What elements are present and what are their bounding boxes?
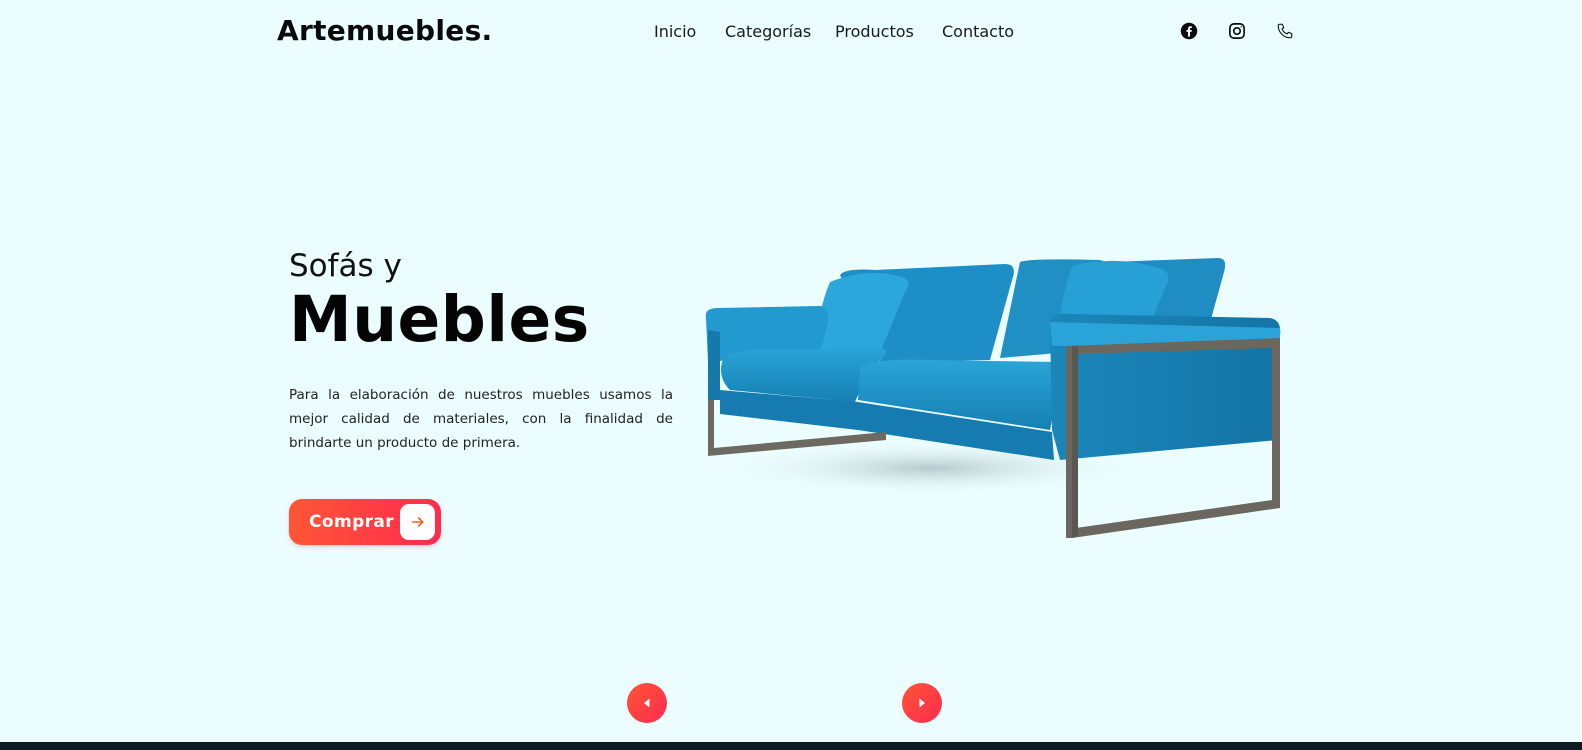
caret-left-icon bbox=[644, 698, 650, 708]
slider-next-button[interactable] bbox=[902, 683, 942, 723]
blue-sofa-image bbox=[705, 258, 1281, 538]
nav-item-contacto[interactable]: Contacto bbox=[942, 22, 1014, 41]
landing-page: Artemuebles. Inicio Categorías Productos… bbox=[0, 0, 1582, 750]
phone-icon[interactable] bbox=[1276, 22, 1294, 40]
hero-description: Para la elaboración de nuestros muebles … bbox=[289, 387, 673, 451]
facebook-icon[interactable] bbox=[1180, 22, 1198, 40]
caret-right-icon bbox=[919, 698, 925, 708]
nav-item-categorias[interactable]: Categorías bbox=[725, 22, 811, 41]
nav-item-inicio[interactable]: Inicio bbox=[654, 22, 696, 41]
hero-subtitle: Sofás y bbox=[289, 248, 402, 284]
buy-button-label: Comprar bbox=[309, 512, 395, 532]
bottom-edge bbox=[0, 742, 1582, 750]
hero-title: Muebles bbox=[289, 283, 590, 356]
instagram-icon[interactable] bbox=[1228, 22, 1246, 40]
main-nav: Inicio Categorías Productos Contacto bbox=[0, 22, 1582, 46]
slider-prev-button[interactable] bbox=[627, 683, 667, 723]
arrow-right-icon bbox=[400, 504, 435, 540]
nav-item-productos[interactable]: Productos bbox=[835, 22, 914, 41]
buy-button[interactable]: Comprar bbox=[289, 499, 441, 545]
